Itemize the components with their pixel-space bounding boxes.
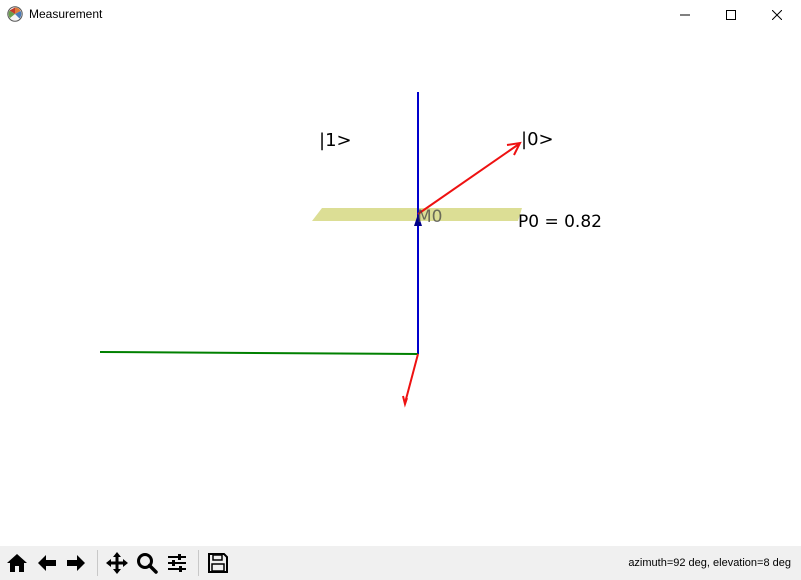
status-readout: azimuth=92 deg, elevation=8 deg (628, 557, 791, 569)
forward-button[interactable] (62, 549, 90, 577)
toolbar-separator (97, 550, 98, 576)
x-axis-line (99, 351, 419, 355)
minimize-button[interactable] (662, 0, 708, 30)
state-vector (417, 143, 520, 215)
forward-arrow-icon (67, 555, 85, 571)
pan-icon (106, 552, 128, 574)
toolbar-separator (198, 550, 199, 576)
window-title: Measurement (29, 7, 103, 21)
configure-subplots-button[interactable] (163, 549, 191, 577)
close-button[interactable] (754, 0, 800, 30)
maximize-button[interactable] (708, 0, 754, 30)
maximize-icon (726, 10, 736, 20)
back-button[interactable] (33, 549, 61, 577)
save-button[interactable] (204, 549, 232, 577)
projection-vector (404, 353, 419, 404)
configure-subplots-icon (168, 554, 186, 572)
ket-one-label: |1> (319, 130, 352, 151)
minimize-icon (680, 14, 690, 16)
save-icon (208, 553, 228, 573)
zoom-icon (137, 553, 158, 574)
close-icon (772, 10, 782, 20)
title-bar: Measurement (0, 0, 801, 30)
home-button[interactable] (3, 549, 31, 577)
home-icon (7, 554, 27, 572)
plot-canvas[interactable]: |1> |0> M0 P0 = 0.82 (0, 30, 801, 546)
pan-button[interactable] (103, 549, 131, 577)
ket-zero-label: |0> (521, 129, 554, 150)
zoom-button[interactable] (133, 549, 161, 577)
matplotlib-icon (7, 6, 23, 22)
navigation-toolbar: azimuth=92 deg, elevation=8 deg (0, 546, 801, 580)
probability-label: P0 = 0.82 (518, 212, 602, 232)
back-arrow-icon (38, 555, 56, 571)
measurement-label: M0 (417, 207, 442, 227)
